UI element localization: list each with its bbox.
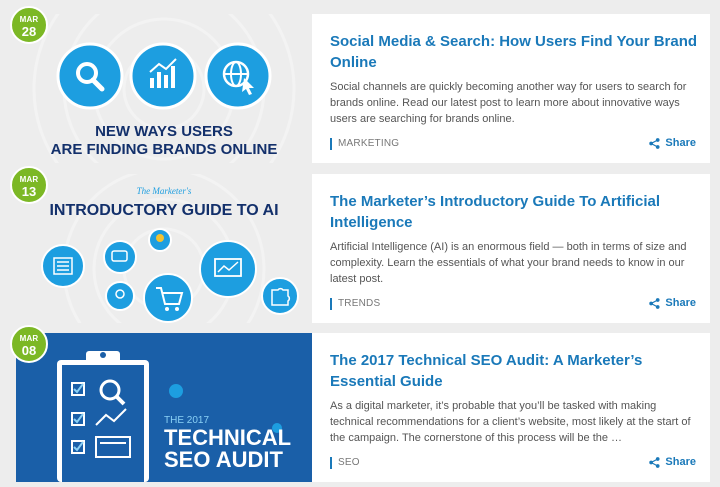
date-badge: MAR 08 xyxy=(10,325,48,363)
share-icon xyxy=(649,297,660,309)
share-button[interactable]: Share xyxy=(649,137,696,149)
share-label: Share xyxy=(665,456,696,468)
list-icon xyxy=(41,244,85,288)
image-headline-line1: NEW WAYS USERS xyxy=(95,123,233,140)
blog-post-card: The Marketer's INTRODUCTORY GUIDE TO AI xyxy=(10,166,710,323)
post-thumbnail-illustration: THE 2017 TECHNICAL SEO AUDIT xyxy=(16,333,312,482)
image-headline-line2: INTRODUCTORY GUIDE TO AI xyxy=(49,202,278,219)
globe-icon xyxy=(204,42,272,110)
share-label: Share xyxy=(665,297,696,309)
share-label: Share xyxy=(665,137,696,149)
post-excerpt: Social channels are quickly becoming ano… xyxy=(330,81,687,125)
date-day: 13 xyxy=(21,184,37,199)
chat-icon xyxy=(103,240,137,274)
post-title-link[interactable]: Social Media & Search: How Users Find Yo… xyxy=(330,31,698,73)
image-headline-line2: ARE FINDING BRANDS ONLINE xyxy=(51,141,278,158)
post-category-link[interactable]: SEO xyxy=(330,457,360,469)
share-icon xyxy=(649,456,660,468)
puzzle-icon xyxy=(261,277,299,315)
image-headline-line3: SEO AUDIT xyxy=(164,447,284,472)
blog-post-card: NEW WAYS USERS ARE FINDING BRANDS ONLINE… xyxy=(10,6,710,163)
lightbulb-icon xyxy=(148,228,172,252)
monitor-icon xyxy=(199,240,257,298)
location-pin-icon xyxy=(105,281,135,311)
post-thumbnail[interactable]: NEW WAYS USERS ARE FINDING BRANDS ONLINE xyxy=(16,14,312,163)
blog-post-card: THE 2017 TECHNICAL SEO AUDIT MAR 08 The … xyxy=(10,325,710,482)
clipboard-icon xyxy=(57,351,149,482)
magnifier-icon xyxy=(56,42,124,110)
date-day: 08 xyxy=(21,343,37,358)
share-button[interactable]: Share xyxy=(649,456,696,468)
date-badge: MAR 28 xyxy=(10,6,48,44)
cart-icon xyxy=(143,273,193,323)
post-category-link[interactable]: MARKETING xyxy=(330,138,399,150)
post-thumbnail-illustration: The Marketer's INTRODUCTORY GUIDE TO AI xyxy=(16,174,312,323)
share-button[interactable]: Share xyxy=(649,297,696,309)
post-category-link[interactable]: TRENDS xyxy=(330,298,380,310)
image-headline-line1: The Marketer's xyxy=(137,186,192,196)
share-icon xyxy=(649,137,660,149)
post-thumbnail-illustration: NEW WAYS USERS ARE FINDING BRANDS ONLINE xyxy=(16,14,312,163)
date-day: 28 xyxy=(21,24,37,39)
post-thumbnail[interactable]: THE 2017 TECHNICAL SEO AUDIT xyxy=(16,333,312,482)
post-title-link[interactable]: The Marketer’s Introductory Guide To Art… xyxy=(330,191,698,233)
bar-chart-icon xyxy=(129,42,197,110)
post-excerpt: Artificial Intelligence (AI) is an enorm… xyxy=(330,241,687,285)
post-title-link[interactable]: The 2017 Technical SEO Audit: A Marketer… xyxy=(330,350,698,392)
date-badge: MAR 13 xyxy=(10,166,48,204)
post-thumbnail[interactable]: The Marketer's INTRODUCTORY GUIDE TO AI xyxy=(16,174,312,323)
date-month: MAR xyxy=(19,175,39,184)
post-excerpt: As a digital marketer, it’s probable tha… xyxy=(330,400,691,444)
date-month: MAR xyxy=(19,15,39,24)
date-month: MAR xyxy=(19,334,39,343)
